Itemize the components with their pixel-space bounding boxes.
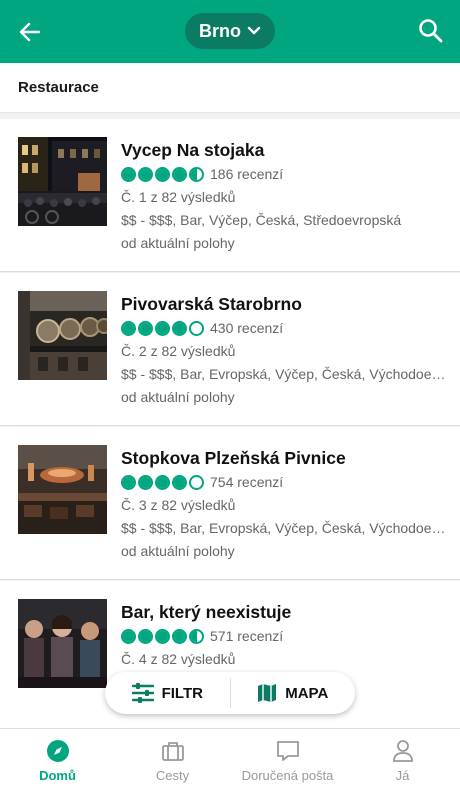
restaurant-name[interactable]: Pivovarská Starobrno xyxy=(121,293,446,315)
filter-button[interactable]: FILTR xyxy=(105,672,230,714)
arrow-left-icon xyxy=(19,22,41,42)
rating-bubble xyxy=(155,320,170,336)
distance: od aktuální polohy xyxy=(121,543,235,559)
rating-row: 430 recenzí xyxy=(121,318,446,338)
ranking: Č. 3 z 82 výsledků xyxy=(121,497,236,513)
restaurant-name[interactable]: Stopkova Plzeňská Pivnice xyxy=(121,447,446,469)
rating-bubbles xyxy=(121,166,204,182)
nav-label: Doručená pošta xyxy=(241,768,334,783)
location-selector[interactable]: Brno xyxy=(185,13,275,49)
bottom-navigation: Domů Cesty Doručená pošta Já xyxy=(0,728,460,790)
person-icon xyxy=(392,740,413,762)
cuisine-tags: $$ - $$$, Bar, Evropská, Výčep, Česká, V… xyxy=(121,366,446,382)
restaurant-card[interactable]: Vycep Na stojaka 186 recenzí Č. 1 z 82 v… xyxy=(0,119,460,272)
ranking: Č. 4 z 82 výsledků xyxy=(121,651,236,667)
review-count: 754 recenzí xyxy=(210,474,284,490)
rating-bubble xyxy=(172,320,187,336)
nav-home[interactable]: Domů xyxy=(0,729,115,790)
cuisine-tags: $$ - $$$, Bar, Evropská, Výčep, Česká, V… xyxy=(121,520,446,536)
briefcase-icon xyxy=(161,742,184,761)
nav-label: Domů xyxy=(39,768,76,783)
search-button[interactable] xyxy=(414,14,448,48)
app-bar: Brno xyxy=(0,0,460,63)
restaurant-photo xyxy=(18,137,107,226)
rating-bubble xyxy=(172,166,187,182)
map-label: MAPA xyxy=(285,684,329,702)
rating-bubble xyxy=(121,166,136,182)
ranking: Č. 1 z 82 výsledků xyxy=(121,189,236,205)
compass-icon xyxy=(46,740,69,762)
section-title: Restaurace xyxy=(18,79,99,96)
rating-bubble xyxy=(155,474,170,490)
rating-bubble xyxy=(121,474,136,490)
distance: od aktuální polohy xyxy=(121,389,235,405)
location-label: Brno xyxy=(199,20,241,41)
chat-icon xyxy=(276,741,299,761)
rating-bubble xyxy=(138,628,153,644)
rating-bubble xyxy=(155,166,170,182)
rating-row: 186 recenzí xyxy=(121,164,446,184)
rating-bubble xyxy=(121,320,136,336)
rating-bubble xyxy=(155,628,170,644)
rating-bubble xyxy=(189,166,204,182)
chevron-down-icon xyxy=(247,26,261,35)
rating-bubbles xyxy=(121,474,204,490)
rating-bubbles xyxy=(121,320,204,336)
map-icon xyxy=(258,684,277,702)
restaurant-photo xyxy=(18,291,107,380)
rating-bubble xyxy=(138,474,153,490)
review-count: 430 recenzí xyxy=(210,320,284,336)
nav-inbox[interactable]: Doručená pošta xyxy=(230,729,345,790)
nav-label: Já xyxy=(395,768,410,783)
restaurant-photo xyxy=(18,599,107,688)
nav-label: Cesty xyxy=(155,768,190,783)
restaurant-photo xyxy=(18,445,107,534)
rating-row: 754 recenzí xyxy=(121,472,446,492)
review-count: 571 recenzí xyxy=(210,628,284,644)
restaurant-name[interactable]: Vycep Na stojaka xyxy=(121,139,446,161)
rating-bubble xyxy=(189,628,204,644)
filter-label: FILTR xyxy=(161,684,203,702)
back-button[interactable] xyxy=(14,16,46,48)
restaurant-name[interactable]: Bar, který neexistuje xyxy=(121,601,446,623)
rating-bubble xyxy=(138,320,153,336)
restaurant-card[interactable]: Stopkova Plzeňská Pivnice 754 recenzí Č.… xyxy=(0,427,460,580)
rating-bubble xyxy=(189,474,204,490)
rating-row: 571 recenzí xyxy=(121,626,446,646)
sliders-icon xyxy=(131,683,154,703)
map-button[interactable]: MAPA xyxy=(231,672,356,714)
ranking: Č. 2 z 82 výsledků xyxy=(121,343,236,359)
section-header: Restaurace xyxy=(0,63,460,113)
filter-map-bar: FILTR MAPA xyxy=(105,672,355,714)
rating-bubbles xyxy=(121,628,204,644)
cuisine-tags: $$ - $$$, Bar, Výčep, Česká, Středoevrop… xyxy=(121,212,402,228)
rating-bubble xyxy=(172,474,187,490)
rating-bubble xyxy=(121,628,136,644)
distance: od aktuální polohy xyxy=(121,235,235,251)
review-count: 186 recenzí xyxy=(210,166,284,182)
rating-bubble xyxy=(189,320,204,336)
nav-trips[interactable]: Cesty xyxy=(115,729,230,790)
nav-profile[interactable]: Já xyxy=(345,729,460,790)
rating-bubble xyxy=(138,166,153,182)
rating-bubble xyxy=(172,628,187,644)
restaurant-card[interactable]: Pivovarská Starobrno 430 recenzí Č. 2 z … xyxy=(0,273,460,426)
search-icon xyxy=(419,19,443,43)
